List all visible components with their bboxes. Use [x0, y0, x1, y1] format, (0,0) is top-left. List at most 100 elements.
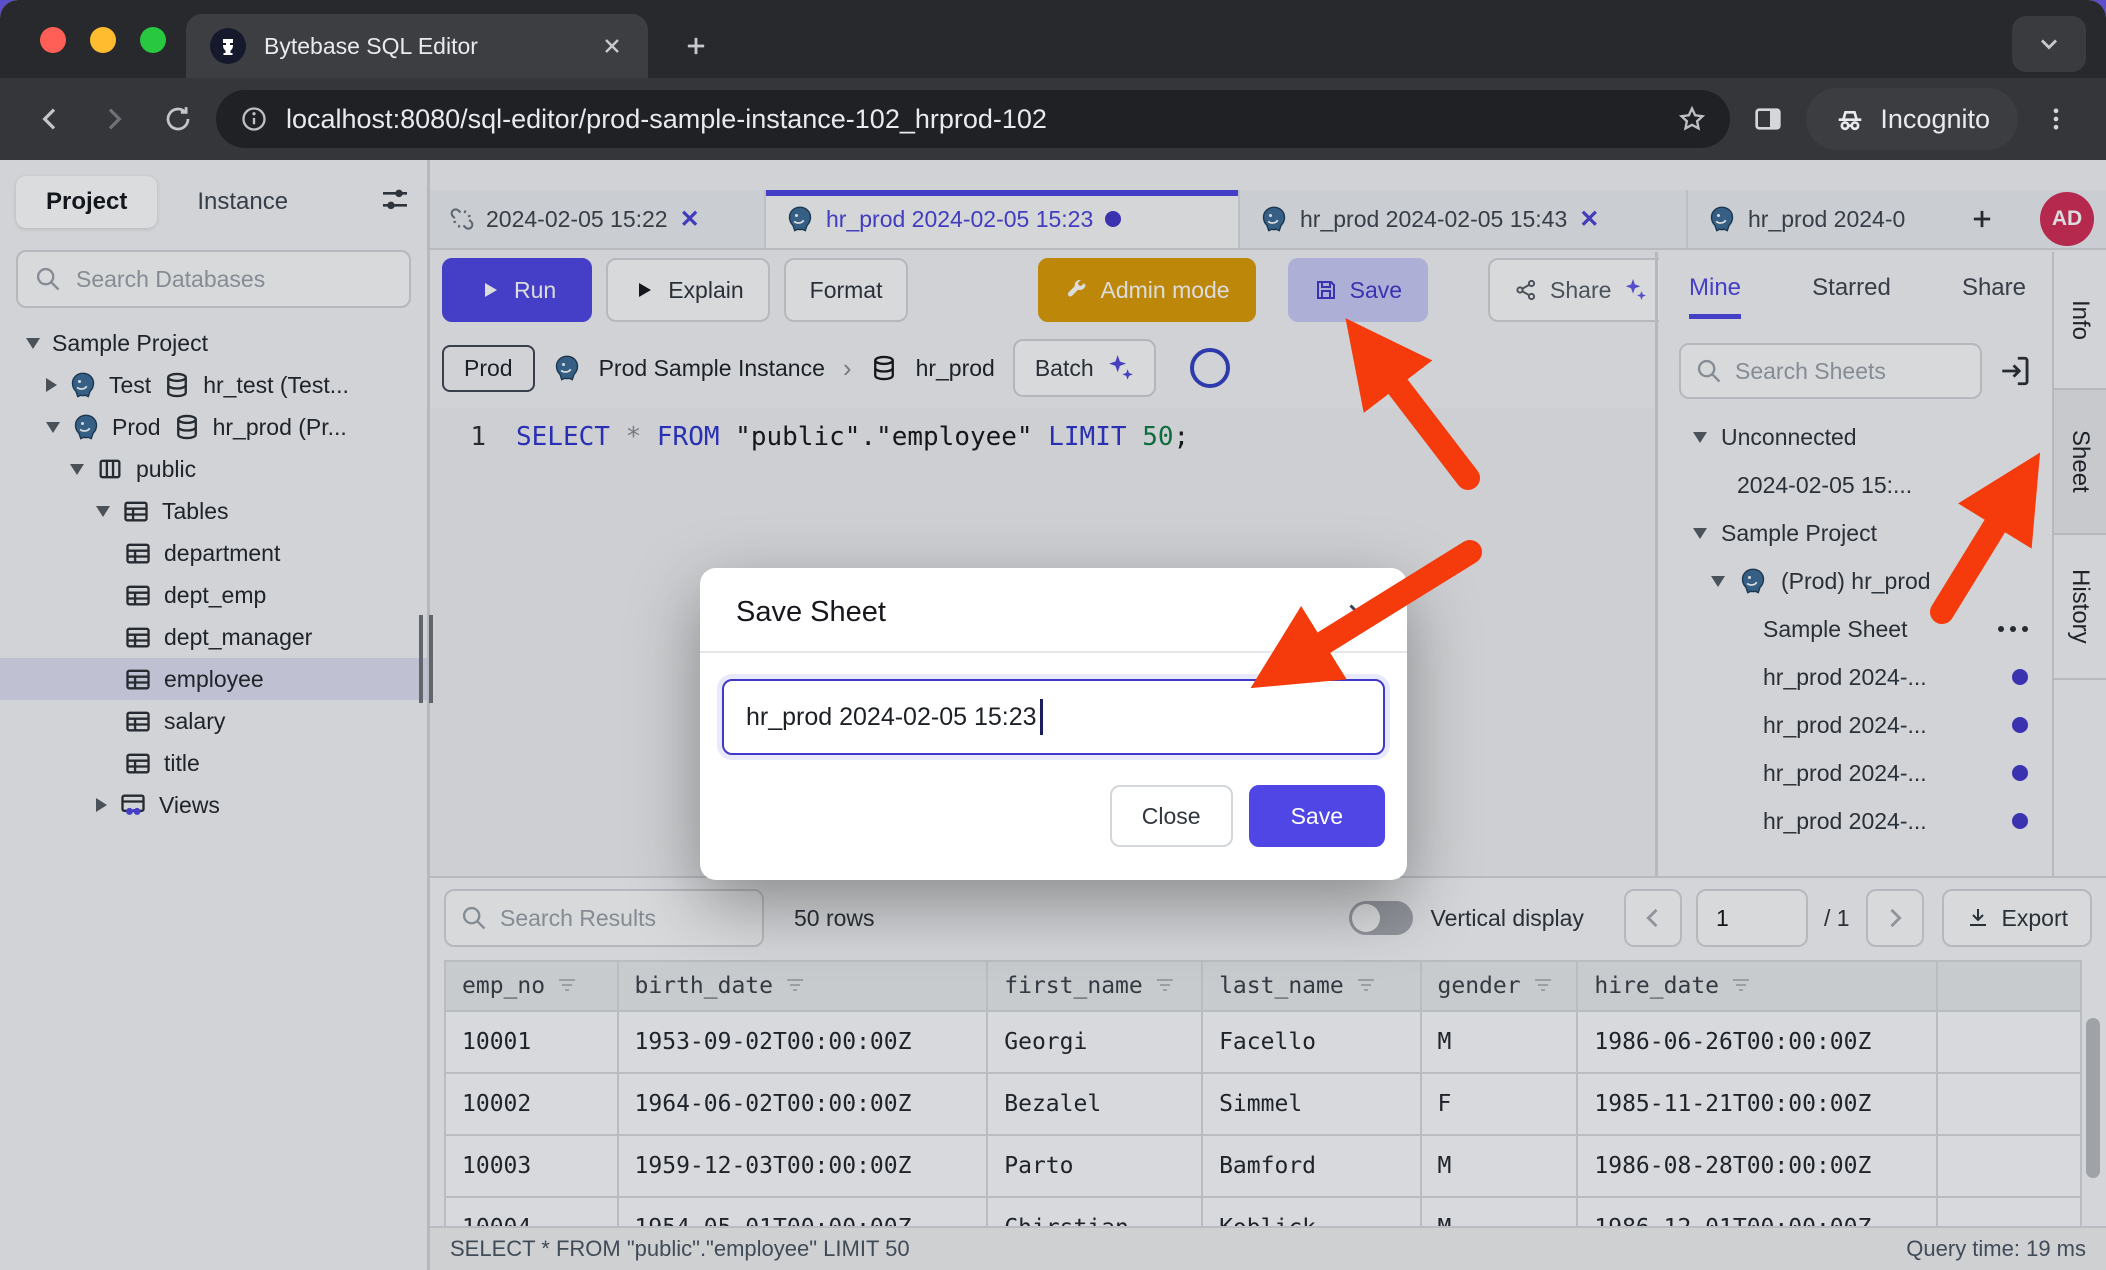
sort-icon[interactable]	[1729, 974, 1753, 998]
window-controls[interactable]	[40, 27, 166, 53]
column-header[interactable]: first_name	[987, 961, 1202, 1011]
chevron-down-icon[interactable]	[46, 422, 60, 433]
browser-tab[interactable]: Bytebase SQL Editor	[186, 14, 648, 78]
close-icon[interactable]: ✕	[680, 205, 700, 234]
sheet-group-prod-hr-prod[interactable]: (Prod) hr_prod	[1659, 557, 2052, 605]
format-button[interactable]: Format	[784, 258, 909, 322]
tree-item-department[interactable]: department	[0, 532, 427, 574]
cell[interactable]: Facello	[1202, 1011, 1420, 1073]
tab-mine[interactable]: Mine	[1689, 274, 1741, 319]
search-sheets-input[interactable]: Search Sheets	[1679, 343, 1982, 399]
forward-icon[interactable]	[88, 93, 140, 145]
address-bar[interactable]: localhost:8080/sql-editor/prod-sample-in…	[216, 90, 1730, 148]
tree-item-title[interactable]: title	[0, 742, 427, 784]
admin-mode-button[interactable]: Admin mode	[1038, 258, 1255, 322]
help-circle-icon[interactable]	[1190, 348, 1230, 388]
cell[interactable]: Simmel	[1202, 1073, 1420, 1135]
table-row[interactable]: 100031959-12-03T00:00:00ZPartoBamfordM19…	[445, 1135, 2081, 1197]
tab-sheet[interactable]: Sheet	[2054, 390, 2106, 535]
sheet-name-input[interactable]: hr_prod 2024-02-05 15:23	[722, 679, 1385, 755]
table-row[interactable]: 100021964-06-02T00:00:00ZBezalelSimmelF1…	[445, 1073, 2081, 1135]
column-header[interactable]: emp_no	[445, 961, 618, 1011]
cell[interactable]: 10004	[445, 1197, 618, 1226]
browser-menu-icon[interactable]	[2030, 93, 2082, 145]
tree-item-public-schema[interactable]: public	[0, 448, 427, 490]
cell[interactable]: 1986-12-01T00:00:00Z	[1577, 1197, 1937, 1226]
sheet-item-hr-prod-3[interactable]: hr_prod 2024-...	[1659, 749, 2052, 797]
sort-icon[interactable]	[1354, 974, 1378, 998]
sheet-item-hr-prod-4[interactable]: hr_prod 2024-...	[1659, 797, 2052, 845]
side-panel-icon[interactable]	[1742, 93, 1794, 145]
sort-icon[interactable]	[555, 974, 579, 998]
import-sheet-icon[interactable]	[1998, 354, 2032, 388]
filter-sliders-icon[interactable]	[379, 184, 411, 221]
close-icon[interactable]: ✕	[1579, 205, 1599, 234]
chevron-down-icon[interactable]	[70, 464, 84, 475]
save-sheet-button[interactable]: Save	[1249, 785, 1385, 847]
tree-item-tables[interactable]: Tables	[0, 490, 427, 532]
site-info-icon[interactable]	[240, 105, 268, 133]
sheet-group-sample-project[interactable]: Sample Project	[1659, 509, 2052, 557]
column-header[interactable]: hire_date	[1577, 961, 1937, 1011]
column-header[interactable]: gender	[1421, 961, 1578, 1011]
bookmark-star-icon[interactable]	[1678, 105, 1706, 133]
url-text[interactable]: localhost:8080/sql-editor/prod-sample-in…	[286, 104, 1047, 135]
chevron-right-icon[interactable]	[96, 798, 107, 812]
cell[interactable]: 10003	[445, 1135, 618, 1197]
save-button[interactable]: Save	[1288, 258, 1428, 322]
tree-item-views[interactable]: Views	[0, 784, 427, 826]
chevron-down-icon[interactable]	[1693, 432, 1707, 443]
tree-item-prod-hr-prod[interactable]: Prod hr_prod (Pr...	[0, 406, 427, 448]
batch-button[interactable]: Batch	[1013, 339, 1156, 397]
cell[interactable]: M	[1421, 1011, 1578, 1073]
back-icon[interactable]	[24, 93, 76, 145]
sql-line-1[interactable]: 1 SELECT * FROM "public"."employee" LIMI…	[430, 408, 1655, 452]
cell[interactable]: 1954-05-01T00:00:00Z	[618, 1197, 988, 1226]
run-button[interactable]: Run	[442, 258, 592, 322]
sheet-tab-1543[interactable]: hr_prod 2024-02-05 15:43 ✕	[1240, 190, 1688, 248]
maximize-window-button[interactable]	[140, 27, 166, 53]
new-tab-button[interactable]	[676, 26, 716, 66]
tree-item-dept-emp[interactable]: dept_emp	[0, 574, 427, 616]
sort-icon[interactable]	[1153, 974, 1177, 998]
add-sheet-button[interactable]	[1950, 190, 2014, 248]
sheet-tab-truncated[interactable]: hr_prod 2024-0	[1688, 190, 1950, 248]
tab-history[interactable]: History	[2054, 535, 2106, 680]
minimize-window-button[interactable]	[90, 27, 116, 53]
cell[interactable]: 10002	[445, 1073, 618, 1135]
next-page-button[interactable]	[1866, 889, 1924, 947]
tab-starred[interactable]: Starred	[1812, 274, 1891, 302]
sheet-tab-active[interactable]: hr_prod 2024-02-05 15:23	[766, 190, 1240, 248]
export-button[interactable]: Export	[1942, 889, 2092, 947]
chevron-down-icon[interactable]	[96, 506, 110, 517]
chevron-down-icon[interactable]	[1711, 576, 1725, 587]
sheet-group-unconnected[interactable]: Unconnected	[1659, 413, 2052, 461]
tree-item-dept-manager[interactable]: dept_manager	[0, 616, 427, 658]
tab-info[interactable]: Info	[2054, 252, 2106, 390]
prev-page-button[interactable]	[1624, 889, 1682, 947]
tab-instance[interactable]: Instance	[167, 176, 318, 228]
cell[interactable]: Georgi	[987, 1011, 1202, 1073]
share-button[interactable]: Share	[1488, 258, 1673, 322]
sort-icon[interactable]	[1531, 974, 1555, 998]
table-row[interactable]: 100011953-09-02T00:00:00ZGeorgiFacelloM1…	[445, 1011, 2081, 1073]
tab-share[interactable]: Share	[1962, 274, 2026, 302]
tab-project[interactable]: Project	[16, 176, 157, 228]
sidebar-resize-handle[interactable]	[419, 615, 433, 703]
close-button[interactable]: Close	[1110, 785, 1233, 847]
vertical-display-toggle[interactable]	[1349, 901, 1413, 935]
cell[interactable]: 1953-09-02T00:00:00Z	[618, 1011, 988, 1073]
chevron-down-icon[interactable]	[26, 338, 40, 349]
cell[interactable]: 1986-06-26T00:00:00Z	[1577, 1011, 1937, 1073]
tree-item-sample-project[interactable]: Sample Project	[0, 322, 427, 364]
close-window-button[interactable]	[40, 27, 66, 53]
cell[interactable]: M	[1421, 1197, 1578, 1226]
chevron-right-icon[interactable]	[46, 378, 57, 392]
cell[interactable]: 10001	[445, 1011, 618, 1073]
page-number-input[interactable]: 1	[1696, 889, 1808, 947]
tab-search-button[interactable]	[2012, 16, 2086, 72]
cell[interactable]: Chirstian	[987, 1197, 1202, 1226]
search-databases-input[interactable]: Search Databases	[16, 250, 411, 308]
cell[interactable]: 1985-11-21T00:00:00Z	[1577, 1073, 1937, 1135]
search-results-input[interactable]: Search Results	[444, 889, 764, 947]
